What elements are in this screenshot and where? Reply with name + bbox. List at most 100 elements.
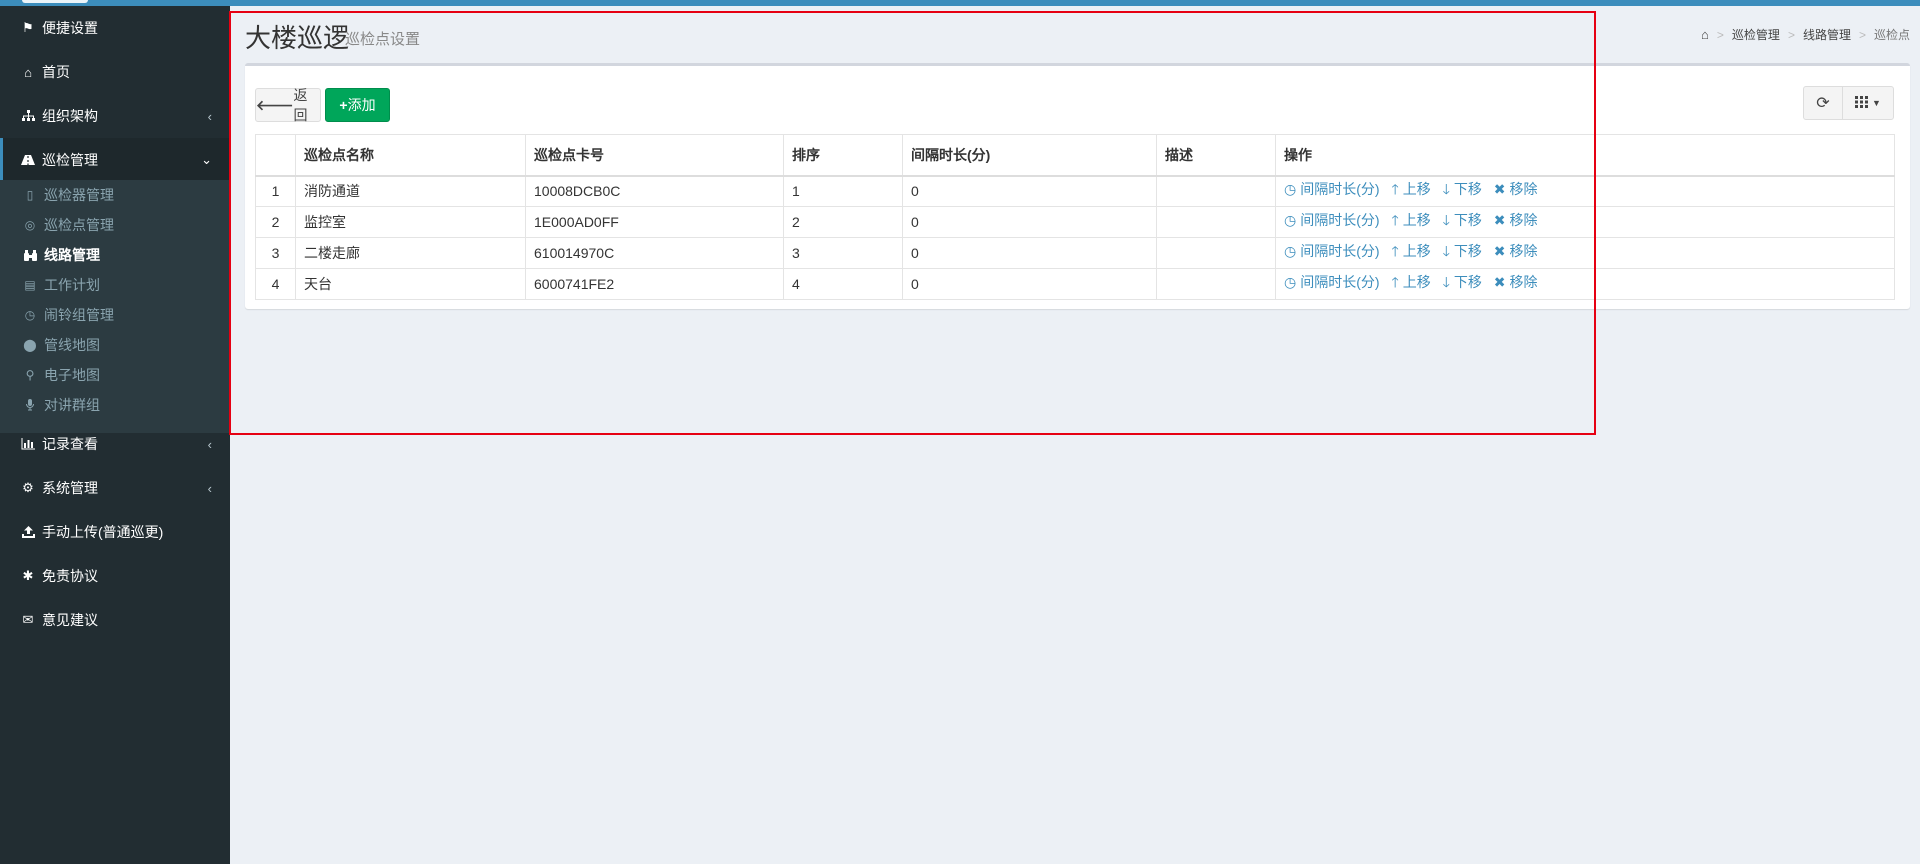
sidebar-item-system[interactable]: ⚙ 系统管理 ‹ [0, 466, 230, 510]
column-header[interactable]: 巡检点名称 [295, 134, 526, 177]
asterisk-icon: ✱ [22, 568, 34, 583]
refresh-icon: ⟳ [1816, 95, 1830, 112]
cell-interval: 0 [902, 268, 1157, 300]
cell-actions: ◷ 间隔时长(分) 🡑 上移 🡓 下移 ✖ 移除 [1275, 268, 1895, 300]
submenu-item-checkpoint[interactable]: ◎ 巡检点管理 [0, 210, 230, 240]
remove-link[interactable]: ✖ 移除 [1494, 274, 1542, 290]
move-down-link[interactable]: 🡓 下移 [1443, 212, 1486, 228]
sidebar-item-home[interactable]: ⌂ 首页 [0, 50, 230, 94]
move-up-link[interactable]: 🡑 上移 [1391, 243, 1434, 259]
remove-link[interactable]: ✖ 移除 [1494, 212, 1542, 228]
clock-icon: ◷ [1284, 181, 1297, 198]
sidebar-item-organization[interactable]: 组织架构 ‹ [0, 94, 230, 138]
pin-icon: ◎ [24, 218, 36, 232]
sitemap-icon [18, 110, 38, 122]
caret-down-icon: ▼ [1872, 98, 1881, 108]
submenu-item-e-map[interactable]: ⚲ 电子地图 [0, 360, 230, 390]
column-header[interactable]: 间隔时长(分) [902, 134, 1157, 177]
cell-desc [1156, 206, 1276, 238]
column-header[interactable]: 巡检点卡号 [525, 134, 784, 177]
columns-toggle-button[interactable]: ▼ [1842, 86, 1894, 120]
submenu-item-route[interactable]: 线路管理 [0, 240, 230, 270]
clock-icon: ◷ [1284, 212, 1297, 228]
cell-interval: 0 [902, 206, 1157, 238]
arrow-down-icon: 🡓 [1442, 243, 1450, 259]
remove-link[interactable]: ✖ 移除 [1494, 243, 1542, 259]
arrow-up-icon: 🡑 [1391, 274, 1399, 290]
row-index: 1 [255, 175, 296, 207]
submenu-item-label: 闹铃组管理 [44, 307, 114, 323]
back-button[interactable]: 🡐 返回 [255, 87, 321, 123]
header-tab[interactable] [22, 0, 88, 3]
submenu-item-pipeline-map[interactable]: ⬤ 管线地图 [0, 330, 230, 360]
submenu-item-intercom-group[interactable]: 对讲群组 [0, 390, 230, 420]
cell-actions: ◷ 间隔时长(分) 🡑 上移 🡓 下移 ✖ 移除 [1275, 206, 1895, 238]
set-interval-link[interactable]: ◷ 间隔时长(分) [1284, 212, 1384, 228]
submenu-item-label: 管线地图 [44, 337, 100, 353]
sidebar-item-label: 记录查看 [42, 436, 98, 452]
chevron-left-icon: ‹ [207, 480, 212, 496]
chevron-left-icon: ‹ [207, 108, 212, 124]
move-down-link[interactable]: 🡓 下移 [1443, 274, 1486, 290]
breadcrumb-item[interactable]: 线路管理 [1803, 26, 1851, 43]
arrow-up-icon: 🡑 [1391, 212, 1399, 228]
close-icon: ✖ [1493, 212, 1506, 228]
sidebar-item-inspection[interactable]: 巡检管理 ⌄ [0, 138, 230, 182]
top-header-bar [0, 0, 1920, 6]
cell-desc [1156, 237, 1276, 269]
move-down-link[interactable]: 🡓 下移 [1443, 243, 1486, 259]
submenu-item-label: 工作计划 [44, 277, 100, 293]
sidebar-item-label: 便捷设置 [42, 20, 98, 36]
sidebar-item-disclaimer[interactable]: ✱ 免责协议 [0, 554, 230, 598]
clock-icon: ◷ [1284, 243, 1297, 259]
home-icon[interactable]: ⌂ [1701, 27, 1709, 42]
sidebar-item-label: 首页 [42, 64, 70, 80]
breadcrumb-item[interactable]: 巡检管理 [1732, 26, 1780, 43]
set-interval-link[interactable]: ◷ 间隔时长(分) [1284, 274, 1384, 290]
submenu-item-work-plan[interactable]: ▤ 工作计划 [0, 270, 230, 300]
pushpin-icon: ⚲ [25, 368, 35, 382]
submenu-item-alarm-group[interactable]: ◷ 闹铃组管理 [0, 300, 230, 330]
sidebar-item-records[interactable]: 记录查看 ‹ [0, 422, 230, 466]
close-icon: ✖ [1493, 243, 1506, 259]
submenu-item-inspector-device[interactable]: ▯ 巡检器管理 [0, 180, 230, 210]
cell-name: 消防通道 [295, 175, 526, 207]
road-icon [18, 154, 38, 166]
row-index: 4 [255, 268, 296, 300]
cell-card: 1E000AD0FF [525, 206, 784, 238]
move-down-link[interactable]: 🡓 下移 [1443, 181, 1486, 197]
sidebar: ⚑ 便捷设置 ⌂ 首页 组织架构 ‹ 巡检管理 ⌄ ▯ 巡检器管理 ◎ 巡检点管… [0, 6, 230, 864]
arrow-left-icon: 🡐 [256, 96, 294, 113]
page-subtitle: 巡检点设置 [345, 31, 421, 48]
cell-order: 3 [783, 237, 903, 269]
bar-chart-icon [18, 438, 38, 450]
sidebar-item-label: 免责协议 [42, 568, 98, 584]
close-icon: ✖ [1493, 274, 1506, 290]
cell-desc [1156, 175, 1276, 207]
calendar-icon: ▤ [24, 278, 36, 292]
cell-order: 2 [783, 206, 903, 238]
add-button[interactable]: + 添加 [325, 88, 390, 122]
refresh-button[interactable]: ⟳ [1803, 86, 1843, 120]
sidebar-item-label: 巡检管理 [42, 152, 98, 168]
sidebar-item-label: 系统管理 [42, 480, 98, 496]
table-row: 3 二楼走廊 610014970C 3 0 ◷ 间隔时长(分) 🡑 上移 🡓 下移 ✖… [255, 237, 1895, 269]
move-up-link[interactable]: 🡑 上移 [1391, 181, 1434, 197]
checkpoint-table: 巡检点名称 巡检点卡号 排序 间隔时长(分) 描述 操作 1 消防通道 1000… [255, 134, 1895, 300]
sidebar-item-manual-upload[interactable]: 手动上传(普通巡更) [0, 510, 230, 554]
cell-desc [1156, 268, 1276, 300]
microphone-icon [22, 399, 38, 411]
move-up-link[interactable]: 🡑 上移 [1391, 212, 1434, 228]
remove-link[interactable]: ✖ 移除 [1494, 181, 1542, 197]
set-interval-link[interactable]: ◷ 间隔时长(分) [1284, 181, 1384, 197]
table-row: 2 监控室 1E000AD0FF 2 0 ◷ 间隔时长(分) 🡑 上移 🡓 下移 ✖ 移… [255, 206, 1895, 238]
move-up-link[interactable]: 🡑 上移 [1391, 274, 1434, 290]
sidebar-item-feedback[interactable]: ✉ 意见建议 [0, 598, 230, 642]
sidebar-item-quick-settings[interactable]: ⚑ 便捷设置 [0, 6, 230, 50]
set-interval-link[interactable]: ◷ 间隔时长(分) [1284, 243, 1384, 259]
column-header[interactable]: 排序 [783, 134, 903, 177]
table-row: 1 消防通道 10008DCB0C 1 0 ◷ 间隔时长(分) 🡑 上移 🡓 下移 ✖… [255, 175, 1895, 207]
cell-card: 10008DCB0C [525, 175, 784, 207]
column-header[interactable]: 描述 [1156, 134, 1276, 177]
submenu-item-label: 对讲群组 [44, 397, 100, 413]
